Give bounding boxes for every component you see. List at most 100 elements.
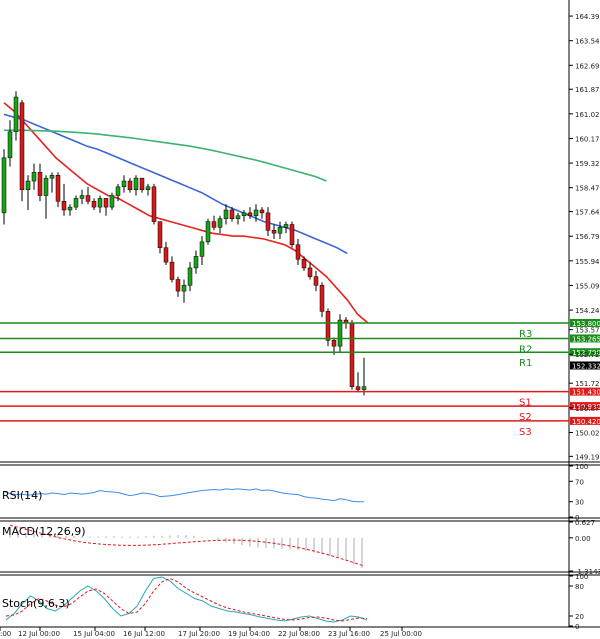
candle-body xyxy=(283,224,289,228)
candle-body xyxy=(115,186,121,196)
price-tick-label: 156.795 xyxy=(575,233,600,241)
price-tick-label: 161.870 xyxy=(575,86,600,94)
stoch-tick-label: 100 xyxy=(575,573,588,581)
candle-body xyxy=(13,96,19,133)
time-tick-label: 12 Jul 00:00 xyxy=(18,630,60,638)
price-tick-label: 162.695 xyxy=(575,62,600,70)
stoch-tick-label: 80 xyxy=(575,583,584,591)
candle-body xyxy=(187,267,193,286)
candle-body xyxy=(175,279,181,292)
candle-body xyxy=(109,195,115,208)
level-price-label: 150.420 xyxy=(572,418,600,426)
candle-body xyxy=(79,195,85,199)
time-tick-label: 15 Jul 04:00 xyxy=(73,630,115,638)
rsi-title: RSI(14) xyxy=(2,489,42,502)
candle-body xyxy=(277,227,283,234)
price-tick-label: 149.195 xyxy=(575,453,600,461)
candle-body xyxy=(121,180,127,188)
candle-body xyxy=(139,177,145,190)
candle-body xyxy=(163,247,169,263)
rsi-pane: 10070300 xyxy=(3,463,588,522)
candle-body xyxy=(349,322,355,387)
candle-body xyxy=(169,261,175,280)
candle-body xyxy=(157,221,163,248)
time-tick-label: 22 Jul 08:00 xyxy=(278,630,320,638)
stoch-tick-label: 0 xyxy=(575,623,579,631)
level-label-s1: S1 xyxy=(519,398,532,409)
price-tick-label: 161.020 xyxy=(575,111,600,119)
pivot-levels: R3153.800R2153.265R1152.790S1151.430S215… xyxy=(0,318,600,438)
price-tick-label: 153.570 xyxy=(575,327,600,335)
rsi-tick-label: 70 xyxy=(575,478,584,486)
candle-body xyxy=(313,276,319,286)
candle-body xyxy=(319,285,325,312)
time-tick-label: :00 xyxy=(0,630,11,638)
candle-body xyxy=(61,201,67,211)
candle-body xyxy=(151,186,157,222)
price-tick-label: 158.470 xyxy=(575,185,600,193)
candle-body xyxy=(1,157,7,214)
candle-body xyxy=(223,209,229,219)
rsi-tick-label: 100 xyxy=(575,463,588,471)
candle-body xyxy=(7,131,13,159)
macd-title: MACD(12,26,9) xyxy=(2,525,86,538)
time-tick-label: 19 Jul 04:00 xyxy=(228,630,270,638)
price-tick-label: 152.720 xyxy=(575,351,600,359)
price-tick-label: 155.945 xyxy=(575,258,600,266)
time-tick-label: 17 Jul 20:00 xyxy=(178,630,220,638)
candle-body xyxy=(217,218,223,228)
candle-body xyxy=(265,212,271,231)
candle-body xyxy=(361,386,367,390)
price-tick-label: 159.320 xyxy=(575,160,600,168)
candle-body xyxy=(271,230,277,234)
candles xyxy=(1,91,367,396)
candle-body xyxy=(241,212,247,217)
level-price-label: 153.265 xyxy=(572,335,600,343)
candle-body xyxy=(19,102,25,190)
candle-body xyxy=(25,180,31,190)
moving-average-line-2 xyxy=(3,113,348,255)
candle-body xyxy=(67,206,73,211)
candle-body xyxy=(43,177,49,196)
candle-body xyxy=(307,267,313,277)
candle-body xyxy=(193,256,199,269)
candle-body xyxy=(55,174,61,202)
price-tick-label: 150.020 xyxy=(575,429,600,437)
candle-body xyxy=(289,224,295,246)
candle-body xyxy=(103,198,109,208)
chart-canvas: R3153.800R2153.265R1152.790S1151.430S215… xyxy=(0,0,600,638)
candle-body xyxy=(331,340,337,347)
candle-body xyxy=(49,174,55,179)
level-label-r2: R2 xyxy=(519,344,532,355)
time-tick-label: 23 Jul 16:00 xyxy=(328,630,370,638)
macd-tick-label: 0.627 xyxy=(575,519,595,527)
price-tick-label: 163.545 xyxy=(575,38,600,46)
level-label-s3: S3 xyxy=(519,427,532,438)
time-axis-ticks: :00 12 Jul 00:00 15 Jul 04:00 16 Jul 12:00 1… xyxy=(0,627,422,638)
macd-tick-label: 0.00 xyxy=(575,535,591,543)
price-tick-label: 150.870 xyxy=(575,405,600,413)
candle-body xyxy=(31,172,37,182)
candle-body xyxy=(301,258,307,269)
candle-body xyxy=(85,195,91,202)
candle-body xyxy=(259,209,265,214)
stoch-tick-label: 20 xyxy=(575,613,584,621)
macd-pane: 0.6270.00-1.3143 xyxy=(9,519,600,576)
candle-body xyxy=(235,215,241,219)
price-tick-label: 160.170 xyxy=(575,135,600,143)
candle-body xyxy=(145,186,151,190)
candle-body xyxy=(355,386,361,390)
candle-body xyxy=(37,172,43,196)
candle-body xyxy=(325,311,331,341)
candle-body xyxy=(127,180,133,190)
candle-body xyxy=(229,209,235,219)
stoch-pane: 100 80 20 0 xyxy=(5,573,588,631)
candle-body xyxy=(133,177,139,190)
candle-body xyxy=(73,198,79,208)
candle-body xyxy=(205,221,211,243)
rsi-tick-label: 30 xyxy=(575,499,584,507)
candle-body xyxy=(247,212,253,217)
candle-body xyxy=(295,244,301,260)
time-tick-label: 16 Jul 12:00 xyxy=(123,630,165,638)
rsi-line xyxy=(3,488,364,503)
